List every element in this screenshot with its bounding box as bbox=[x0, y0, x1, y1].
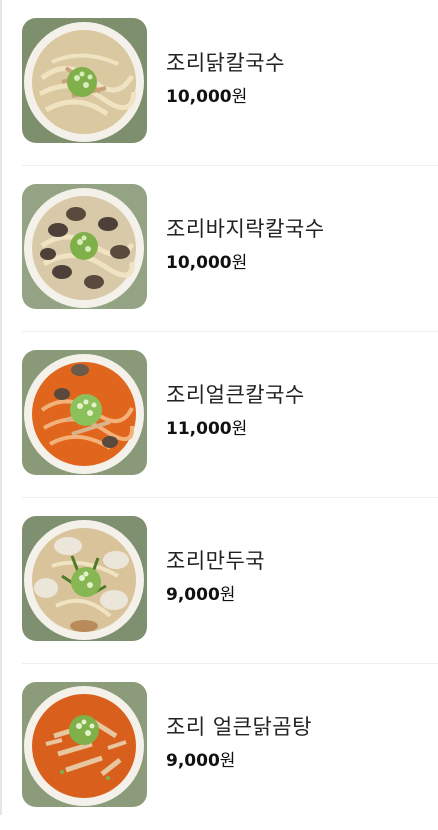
bowl-illustration bbox=[22, 350, 147, 475]
price-unit: 원 bbox=[231, 87, 248, 107]
price-unit: 원 bbox=[231, 419, 248, 439]
bowl-illustration bbox=[22, 516, 147, 641]
menu-item-name: 조리만두국 bbox=[166, 549, 266, 573]
price-unit: 원 bbox=[219, 585, 236, 605]
menu-item[interactable]: 조리닭칼국수 10,000원 bbox=[22, 0, 438, 166]
bowl-illustration bbox=[22, 682, 147, 807]
price-amount: 9,000 bbox=[166, 751, 220, 771]
menu-item[interactable]: 조리바지락칼국수 10,000원 bbox=[22, 166, 438, 332]
menu-list: 조리닭칼국수 10,000원 조리바지락칼국수 10,000원 조리얼큰칼국수 … bbox=[0, 0, 438, 830]
menu-item-name: 조리얼큰칼국수 bbox=[166, 383, 305, 407]
menu-item-price: 10,000원 bbox=[166, 252, 247, 274]
price-amount: 10,000 bbox=[166, 253, 232, 273]
chicken-kalguksu-image[interactable] bbox=[22, 18, 147, 143]
menu-item[interactable]: 조리만두국 9,000원 bbox=[22, 498, 438, 664]
price-amount: 10,000 bbox=[166, 87, 232, 107]
bowl-illustration bbox=[22, 184, 147, 309]
spicy-chicken-gomtang-image[interactable] bbox=[22, 682, 147, 807]
menu-item-price: 10,000원 bbox=[166, 86, 247, 108]
menu-item-name: 조리바지락칼국수 bbox=[166, 217, 325, 241]
spicy-kalguksu-image[interactable] bbox=[22, 350, 147, 475]
price-amount: 11,000 bbox=[166, 419, 232, 439]
menu-item[interactable]: 조리얼큰칼국수 11,000원 bbox=[22, 332, 438, 498]
menu-item-name: 조리닭칼국수 bbox=[166, 51, 285, 75]
menu-item-name: 조리 얼큰닭곰탕 bbox=[166, 715, 312, 739]
menu-item-price: 9,000원 bbox=[166, 750, 235, 772]
menu-item[interactable]: 조리 얼큰닭곰탕 9,000원 bbox=[22, 664, 438, 830]
price-unit: 원 bbox=[231, 253, 248, 273]
price-amount: 9,000 bbox=[166, 585, 220, 605]
clam-kalguksu-image[interactable] bbox=[22, 184, 147, 309]
menu-item-price: 9,000원 bbox=[166, 584, 235, 606]
price-unit: 원 bbox=[219, 751, 236, 771]
bowl-illustration bbox=[22, 18, 147, 143]
menu-item-price: 11,000원 bbox=[166, 418, 247, 440]
dumpling-soup-image[interactable] bbox=[22, 516, 147, 641]
